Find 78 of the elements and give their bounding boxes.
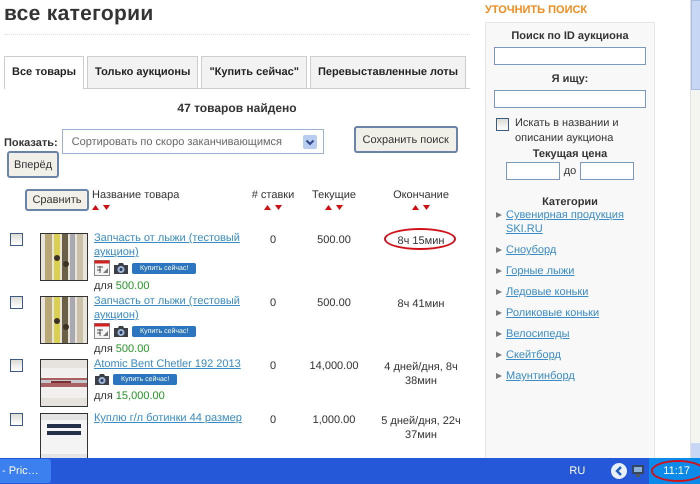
sort-arrows-icon	[92, 204, 110, 210]
price-prefix: для	[94, 390, 113, 402]
bullet-icon	[496, 247, 502, 253]
item-title-link[interactable]: Запчасть от лыжи (тестовый аукцион)	[94, 294, 248, 322]
bid-count: 0	[268, 296, 278, 311]
monitor-icon	[631, 464, 646, 478]
category-link[interactable]: Сувенирная продукция SKI.RU	[506, 208, 642, 236]
tab[interactable]: "Купить сейчас"	[201, 56, 307, 88]
sort-arrows-icon	[412, 204, 430, 210]
bullet-icon	[496, 289, 502, 295]
result-count: 47 товаров найдено	[176, 101, 298, 115]
checkbox[interactable]	[10, 359, 23, 372]
field-label: Я ищу:	[550, 73, 590, 85]
column-header: Окончание	[393, 189, 449, 201]
bullet-icon	[496, 331, 502, 337]
category-link[interactable]: Сноуборд	[506, 243, 556, 257]
price-prefix: для	[94, 343, 113, 355]
sidebar-heading: УТОЧНИТЬ ПОИСК	[485, 4, 588, 16]
search-field[interactable]	[494, 90, 646, 108]
current-price: 14,000.00	[308, 359, 360, 374]
sort-dropdown[interactable]: Сортировать по скоро заканчивающимся	[62, 129, 324, 154]
sort-label: Показать:	[4, 137, 58, 149]
tab[interactable]: Все товары	[4, 56, 84, 89]
checkbox[interactable]	[10, 296, 23, 309]
field-label: Категории	[541, 196, 599, 208]
forward-button[interactable]: Вперёд	[7, 151, 60, 178]
field-label: Текущая цена	[532, 148, 608, 160]
column-header: # ставки	[252, 189, 294, 201]
current-price: 500.00	[316, 233, 352, 248]
price-to-field[interactable]	[580, 162, 634, 180]
checkbox[interactable]	[496, 118, 509, 131]
page-title: все категории	[4, 0, 470, 35]
current-price: 1,000.00	[312, 413, 356, 428]
compare-button[interactable]: Сравнить	[25, 189, 89, 211]
bullet-icon	[496, 373, 502, 379]
field-label: Поиск по ID аукциона	[510, 30, 630, 42]
save-search-button[interactable]: Сохранить поиск	[354, 126, 458, 153]
time-left: 5 дней/дня, 22ч 37мин	[381, 415, 461, 441]
category-link[interactable]: Маунтинборд	[506, 369, 575, 383]
time-left: 4 дней/дня, 8ч 38мин	[384, 361, 458, 387]
column-header: Название товара	[92, 189, 180, 201]
buy-now-price: 500.00	[116, 280, 150, 292]
checkbox-label: Искать в названии и описании аукциона	[515, 116, 620, 146]
current-price: 500.00	[316, 296, 352, 311]
taskbar-window-button[interactable]: - Pric…	[0, 459, 51, 483]
chevron-left-icon	[611, 463, 628, 479]
language-indicator: RU	[569, 465, 586, 477]
tab[interactable]: Перевыставленные лоты	[310, 56, 466, 88]
time-left: 8ч 41мин	[398, 298, 444, 310]
category-link[interactable]: Велосипеды	[506, 327, 570, 341]
item-title-link[interactable]: Atomic Bent Chetler 192 2013	[94, 357, 248, 371]
buy-now-price: 500.00	[116, 343, 150, 355]
bullet-icon	[496, 310, 502, 316]
bid-count: 0	[268, 233, 278, 248]
category-link[interactable]: Ледовые коньки	[506, 285, 588, 299]
time-left: 8ч 15мин	[398, 235, 444, 247]
buy-now-price: 15,000.00	[116, 390, 165, 402]
sort-arrows-icon	[264, 204, 282, 210]
clock: 11:17	[663, 465, 690, 477]
checkbox[interactable]	[10, 233, 23, 246]
category-link[interactable]: Роликовые коньки	[506, 306, 600, 320]
checkbox[interactable]	[10, 413, 23, 426]
range-separator: до	[564, 165, 576, 177]
column-header: Текущие	[312, 189, 356, 201]
item-title-link[interactable]: Куплю г/л ботинки 44 размер	[94, 411, 248, 425]
bid-count: 0	[268, 359, 278, 374]
bullet-icon	[496, 268, 502, 274]
tab[interactable]: Только аукционы	[87, 56, 198, 88]
price-from-field[interactable]	[506, 162, 560, 180]
category-link[interactable]: Горные лыжи	[506, 264, 574, 278]
item-title-link[interactable]: Запчасть от лыжи (тестовый аукцион)	[94, 231, 248, 259]
category-link[interactable]: Скейтборд	[506, 348, 561, 362]
bid-count: 0	[268, 413, 278, 428]
sort-arrows-icon	[325, 204, 343, 210]
bullet-icon	[496, 352, 502, 358]
price-prefix: для	[94, 280, 113, 292]
bullet-icon	[496, 212, 502, 218]
auction-id-field[interactable]	[494, 47, 646, 65]
